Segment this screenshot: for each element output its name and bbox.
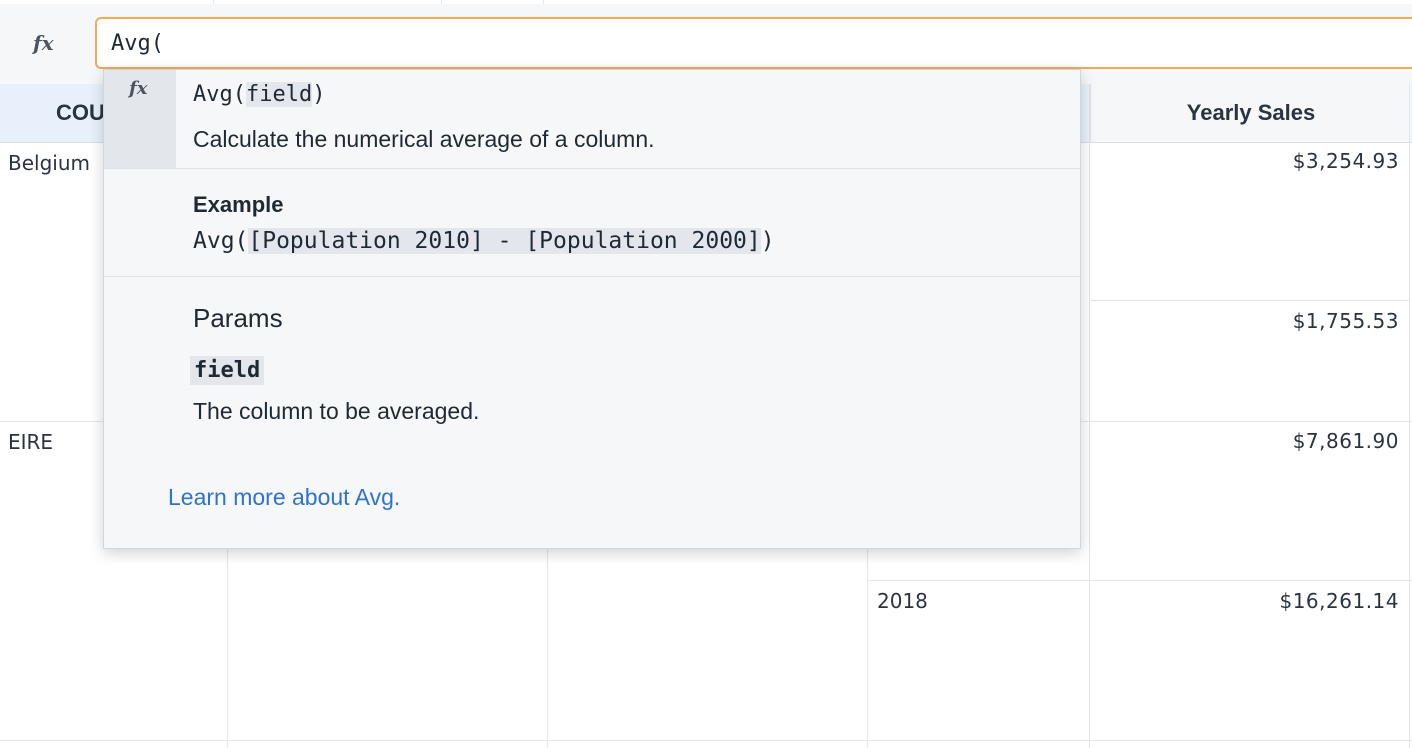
- cell-yearly-sales[interactable]: $3,254.93: [1099, 149, 1399, 173]
- cell-yearly-sales[interactable]: $1,755.53: [1099, 309, 1399, 333]
- example-argument: [Population 2010] - [Population 2000]: [248, 228, 761, 254]
- column-header-yearly-sales[interactable]: Yearly Sales: [1090, 84, 1411, 142]
- row-divider: [1089, 300, 1409, 301]
- signature-close: ): [312, 82, 326, 107]
- function-name: Avg(: [193, 82, 246, 107]
- cell-yearly-sales[interactable]: $7,861.90: [1099, 429, 1399, 453]
- column-header-country[interactable]: COU: [56, 84, 105, 142]
- section-divider: [104, 168, 1080, 169]
- cell-yearly-sales[interactable]: $16,261.14: [1099, 589, 1399, 613]
- param-name: field: [190, 356, 265, 385]
- section-divider: [104, 276, 1080, 277]
- formula-input[interactable]: [95, 17, 1412, 69]
- example-title: Example: [193, 192, 284, 217]
- learn-more-link[interactable]: Learn more about Avg.: [168, 484, 400, 511]
- cell-country[interactable]: Belgium: [8, 151, 90, 175]
- row-divider: [867, 580, 1412, 581]
- function-icon-column: fx: [104, 70, 176, 168]
- column-divider: [1089, 84, 1090, 748]
- params-title: Params: [193, 303, 283, 333]
- param-description: The column to be averaged.: [193, 398, 480, 424]
- signature-param: field: [245, 82, 313, 107]
- cell-year[interactable]: 2018: [877, 589, 928, 613]
- example-prefix: Avg(: [193, 228, 249, 254]
- function-signature[interactable]: Avg(field): [193, 82, 325, 107]
- row-divider: [0, 740, 1412, 741]
- cell-country[interactable]: EIRE: [8, 430, 53, 454]
- column-divider: [1409, 84, 1410, 748]
- fx-icon: fx: [33, 31, 54, 55]
- fx-icon: fx: [129, 78, 148, 99]
- example-code: Avg([Population 2010] - [Population 2000…: [193, 228, 775, 254]
- example-suffix: ): [760, 228, 775, 254]
- function-autocomplete-popup: fx Avg(field) Calculate the numerical av…: [103, 69, 1081, 549]
- function-description: Calculate the numerical average of a col…: [193, 126, 655, 152]
